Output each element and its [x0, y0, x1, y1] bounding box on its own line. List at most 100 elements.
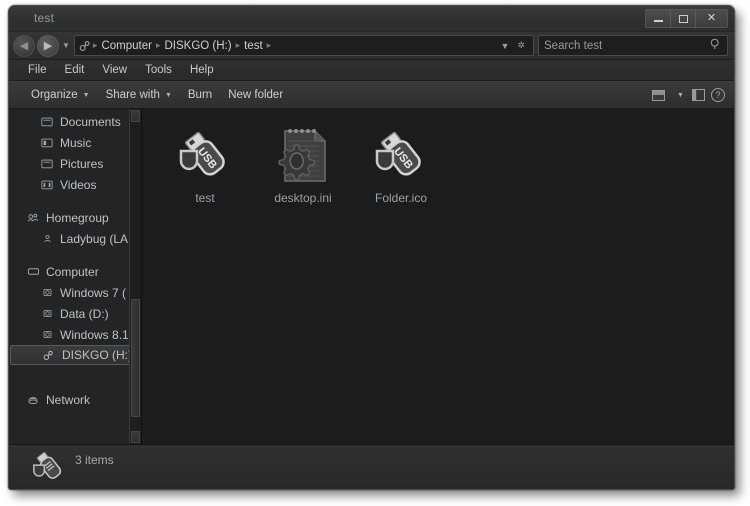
sidebar-label: Documents: [60, 114, 121, 129]
burn-button[interactable]: Burn: [180, 86, 220, 104]
preview-pane-icon[interactable]: [688, 86, 708, 104]
explorer-window: test ✕ ◀ ▶ ▼ ▸ Computer ▸ DISKGO (H:) ▸ …: [8, 5, 735, 490]
network-icon: [25, 394, 41, 405]
file-item-folder-ico[interactable]: USB Folder.ico: [352, 119, 450, 219]
hard-drive-icon: [39, 287, 55, 298]
sidebar-item-music[interactable]: Music: [9, 132, 141, 153]
breadcrumb-test[interactable]: test: [241, 40, 266, 52]
address-bar[interactable]: ▸ Computer ▸ DISKGO (H:) ▸ test ▸ ▼ ✲: [73, 35, 534, 56]
sidebar-item-diskgo[interactable]: DISKGO (H:): [10, 345, 138, 365]
navigation-list: Documents Music Pictures Videos Homegrou…: [9, 109, 141, 410]
sidebar-label: Data (D:): [60, 306, 109, 321]
sidebar-group-gap-4: [9, 377, 141, 389]
menu-bar: File Edit View Tools Help: [9, 60, 734, 81]
breadcrumb-separator-3[interactable]: ▸: [266, 40, 273, 51]
chevron-down-icon: ▼: [164, 91, 172, 99]
pictures-folder-icon: [39, 158, 55, 169]
computer-icon: [25, 266, 41, 277]
sidebar-item-videos[interactable]: Videos: [9, 174, 141, 195]
window-title: test: [34, 11, 55, 25]
usb-drive-icon: [79, 39, 92, 52]
sidebar-item-ladybug[interactable]: Ladybug (LA: [9, 228, 141, 249]
usb-drive-icon: [41, 349, 57, 361]
refresh-icon[interactable]: ✲: [513, 40, 529, 51]
sidebar-group-gap-1: [9, 195, 141, 207]
navigation-scrollbar[interactable]: [129, 109, 141, 444]
menu-tools[interactable]: Tools: [136, 62, 181, 78]
maximize-button[interactable]: [671, 10, 696, 27]
search-input[interactable]: Search test: [544, 40, 710, 52]
minimize-button[interactable]: [646, 10, 671, 27]
sidebar-label: Windows 7 (: [60, 285, 127, 300]
file-list-pane[interactable]: USB test desktop.ini USB Folder.ico: [142, 109, 734, 444]
sidebar-label: DISKGO (H:): [62, 348, 133, 362]
sidebar-label: Videos: [60, 177, 97, 192]
share-with-label: Share with: [105, 89, 160, 101]
share-with-button[interactable]: Share with ▼: [98, 86, 180, 104]
sidebar-item-documents[interactable]: Documents: [9, 111, 141, 132]
search-box[interactable]: Search test: [538, 35, 728, 56]
file-name: Folder.ico: [374, 191, 428, 205]
sidebar-item-homegroup[interactable]: Homegroup: [9, 207, 141, 228]
scroll-up-arrow[interactable]: [131, 110, 140, 122]
scrollbar-thumb[interactable]: [131, 299, 140, 417]
status-bar: 3 items: [9, 444, 734, 489]
explorer-body: Documents Music Pictures Videos Homegrou…: [9, 109, 734, 444]
menu-edit[interactable]: Edit: [56, 62, 94, 78]
recent-locations-icon[interactable]: ▼: [62, 41, 70, 50]
forward-button[interactable]: ▶: [37, 34, 59, 57]
music-folder-icon: [39, 137, 55, 148]
organize-button[interactable]: Organize ▼: [23, 86, 98, 104]
menu-file[interactable]: File: [19, 62, 56, 78]
chevron-down-icon[interactable]: ▼: [497, 41, 514, 51]
sidebar-item-windows81[interactable]: Windows 8.1: [9, 324, 141, 345]
breadcrumb-computer[interactable]: Computer: [98, 40, 155, 52]
hard-drive-icon: [39, 308, 55, 319]
sidebar-label: Network: [46, 392, 91, 407]
sidebar-item-pictures[interactable]: Pictures: [9, 153, 141, 174]
sidebar-group-gap-3: [9, 365, 141, 377]
sidebar-item-network[interactable]: Network: [9, 389, 141, 410]
new-folder-button[interactable]: New folder: [220, 86, 291, 104]
scroll-down-arrow[interactable]: [131, 431, 140, 443]
breadcrumb-diskgo[interactable]: DISKGO (H:): [161, 40, 234, 52]
sidebar-label: Ladybug (LA: [60, 231, 129, 246]
chevron-down-icon: ▼: [82, 91, 90, 99]
title-bar[interactable]: test ✕: [9, 6, 734, 32]
chevron-down-icon[interactable]: ▼: [668, 86, 688, 104]
search-icon[interactable]: [710, 37, 722, 55]
command-toolbar: Organize ▼ Share with ▼ Burn New folder …: [9, 81, 734, 109]
sidebar-item-data-d[interactable]: Data (D:): [9, 303, 141, 324]
sidebar-label: Homegroup: [46, 210, 109, 225]
address-bar-row: ◀ ▶ ▼ ▸ Computer ▸ DISKGO (H:) ▸ test ▸ …: [9, 32, 734, 60]
file-item-test[interactable]: USB test: [156, 119, 254, 219]
close-button[interactable]: ✕: [696, 10, 727, 27]
item-count-label: 3 items: [75, 453, 114, 467]
hard-drive-icon: [39, 329, 55, 340]
window-controls: ✕: [645, 9, 728, 28]
sidebar-item-computer[interactable]: Computer: [9, 261, 141, 282]
sidebar-label: Music: [60, 135, 92, 150]
sidebar-item-windows7[interactable]: Windows 7 (: [9, 282, 141, 303]
help-glyph: ?: [711, 88, 725, 102]
change-view-icon[interactable]: [648, 86, 668, 104]
sidebar-label: Computer: [46, 264, 99, 279]
organize-label: Organize: [31, 89, 78, 101]
navigation-pane: Documents Music Pictures Videos Homegrou…: [9, 109, 142, 444]
documents-folder-icon: [39, 116, 55, 127]
sidebar-label: Windows 8.1: [60, 327, 129, 342]
help-icon[interactable]: ?: [708, 86, 728, 104]
usb-drive-icon: [31, 448, 69, 486]
usb-drive-icon: USB: [173, 125, 237, 185]
menu-view[interactable]: View: [93, 62, 136, 78]
file-item-desktop-ini[interactable]: desktop.ini: [254, 119, 352, 219]
sidebar-group-gap-2: [9, 249, 141, 261]
usb-drive-icon: USB: [369, 125, 433, 185]
homegroup-icon: [25, 212, 41, 223]
file-grid: USB test desktop.ini USB Folder.ico: [156, 119, 734, 219]
homegroup-user-icon: [39, 233, 55, 244]
file-name: test: [195, 191, 215, 205]
back-button[interactable]: ◀: [13, 34, 35, 57]
menu-help[interactable]: Help: [181, 62, 223, 78]
file-name: desktop.ini: [274, 191, 332, 205]
